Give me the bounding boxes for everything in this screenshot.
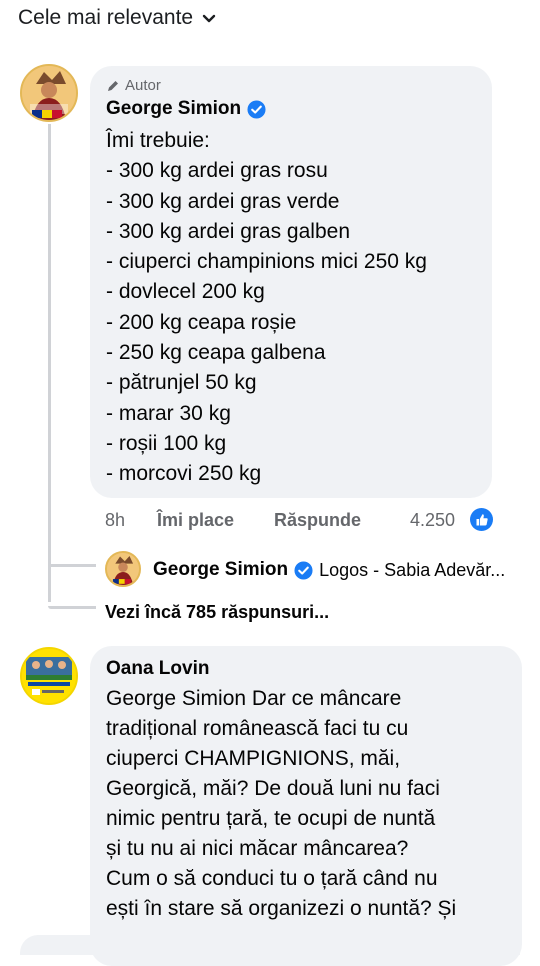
reply-button[interactable]: Răspunde [274,510,361,531]
comment-line: - ciuperci champinions mici 250 kg [106,250,427,274]
sort-label: Cele mai relevante [18,6,194,29]
sort-dropdown[interactable]: Cele mai relevante [18,6,217,30]
comment-line: - dovlecel 200 kg [106,280,265,304]
next-comment-bubble-edge [20,935,520,955]
comment-line: George Simion Dar ce mâncare [106,687,402,710]
like-button[interactable]: Îmi place [157,510,234,531]
verified-badge-icon [247,99,266,119]
author-badge-label: Autor [125,77,161,94]
comment-timestamp[interactable]: 8h [105,510,125,531]
avatar[interactable] [20,64,78,122]
comment-line: - morcovi 250 kg [106,462,262,486]
commenter-name[interactable]: Oana Lovin [106,658,209,680]
chevron-down-icon [202,14,216,23]
thread-branch-line [48,564,96,567]
verified-badge-icon [294,560,313,580]
comment-line: - 250 kg ceapa galbena [106,341,326,365]
reply-preview[interactable]: George Simion Logos - Sabia Adevăr... [153,559,505,581]
comment-line: și tu nu ai nici măcar mâncarea? [106,837,409,860]
comment-line: - 300 kg ardei gras rosu [106,159,328,183]
comment-line: - marar 30 kg [106,401,231,425]
comment-line: ești în stare să organizezi o nuntă? Și [106,897,457,920]
comment-text: Îmi trebuie: - 300 kg ardei gras rosu - 30… [106,126,427,490]
like-reaction-icon[interactable] [470,508,493,531]
view-more-replies-link[interactable]: Vezi încă 785 răspunsuri... [105,602,329,623]
comment-text: George Simion Dar ce mâncare tradițional … [106,684,456,924]
reply-author-name[interactable]: George Simion [153,559,288,581]
pencil-icon [108,80,118,91]
comment-bubble: Oana Lovin George Simion Dar ce mâncare t… [90,646,522,966]
commenter-name[interactable]: George Simion [106,98,266,120]
comment-line: - 300 kg ardei gras verde [106,189,340,213]
comment-bubble: Autor George Simion Îmi trebuie: - 300 kg… [90,66,492,498]
comment-line: Cum o să conduci tu o țară când nu [106,867,438,890]
comment-line: nimic pentru țară, te ocupi de nuntă [106,807,436,830]
thread-branch-line [48,606,96,609]
reply-preview-text: Logos - Sabia Adevăr... [319,559,506,580]
commenter-name-text[interactable]: George Simion [106,98,241,120]
avatar[interactable] [20,647,78,705]
reactions-count[interactable]: 4.250 [410,510,455,531]
comment-line: - 200 kg ceapa roșie [106,310,297,334]
comment-line: tradițional românească faci tu cu [106,717,409,740]
author-badge: Autor [106,77,161,94]
comment-line: - pătrunjel 50 kg [106,371,257,395]
thread-line [48,124,51,602]
comment-line: ciuperci CHAMPIGNIONS, măi, [106,747,401,770]
reply-avatar[interactable] [105,551,141,587]
comment-line: - roșii 100 kg [106,431,227,455]
comment-actions: 8h Îmi place Răspunde 4.250 [105,508,495,536]
comment-line: Îmi trebuie: [106,129,210,152]
comment-line: - 300 kg ardei gras galben [106,219,350,243]
comment-line: Georgică, măi? De două luni nu faci [106,777,440,800]
